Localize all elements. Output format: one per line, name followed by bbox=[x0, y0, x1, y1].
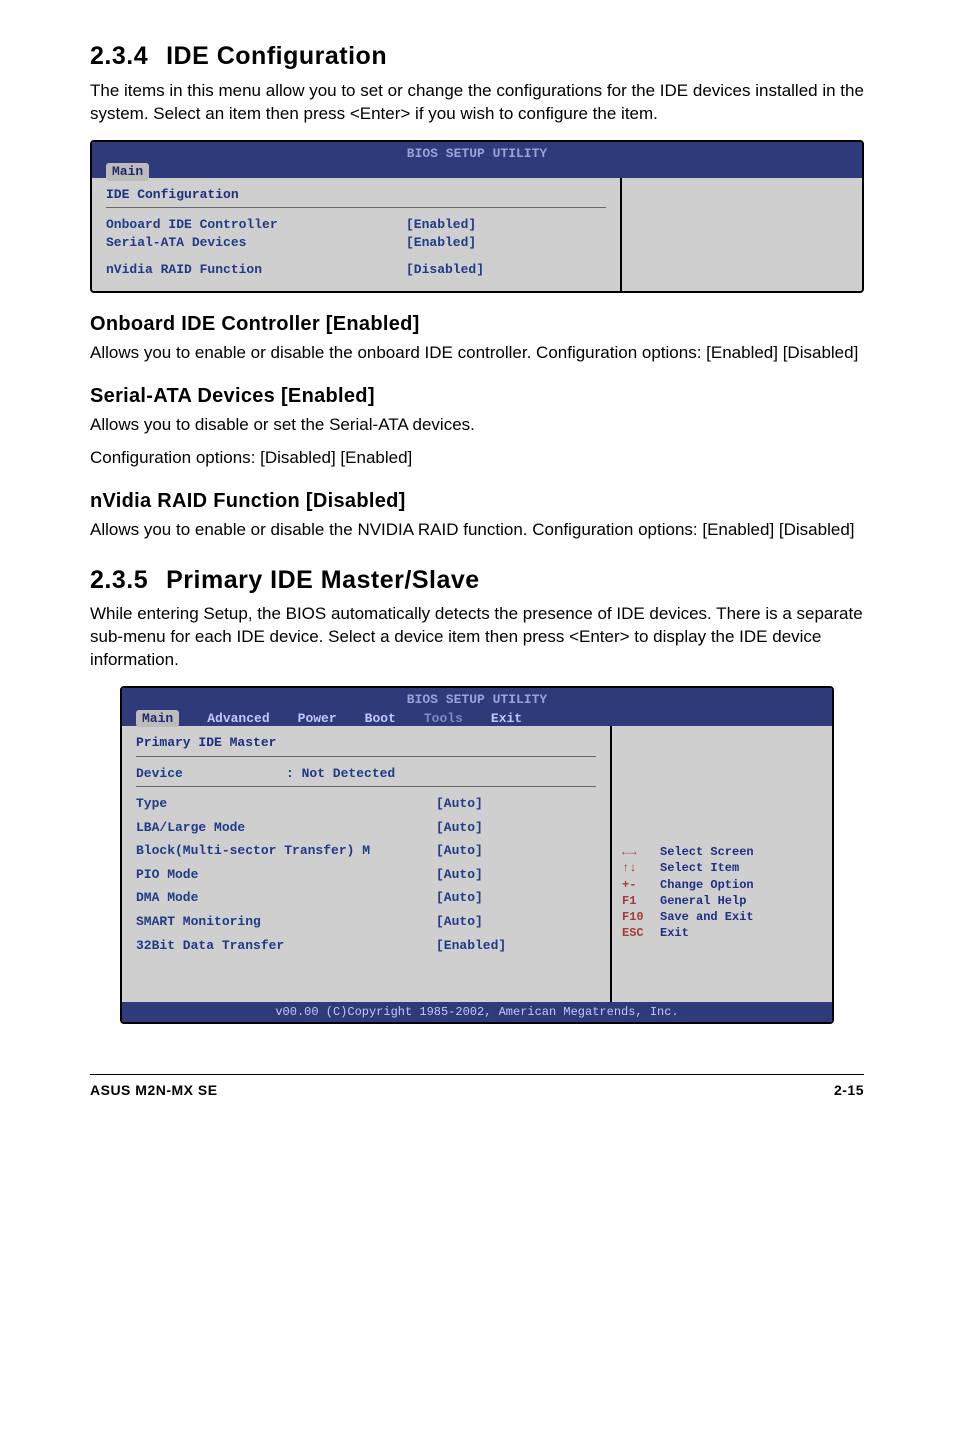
bios2-row-pio[interactable]: PIO Mode [Auto] bbox=[136, 866, 596, 884]
bios1-right-panel bbox=[622, 178, 862, 291]
legend-key-arrows-lr: ←→ bbox=[622, 844, 650, 860]
bios2-row-32bit-value: [Enabled] bbox=[436, 937, 506, 955]
opt-sata-heading: Serial-ATA Devices [Enabled] bbox=[90, 383, 864, 410]
legend-text-change-option: Change Option bbox=[660, 877, 754, 893]
bios1-row-sata-label: Serial-ATA Devices bbox=[106, 234, 406, 252]
bios2-row-block-value: [Auto] bbox=[436, 842, 483, 860]
section-234-number: 2.3.4 bbox=[90, 40, 148, 74]
opt-raid-desc: Allows you to enable or disable the NVID… bbox=[90, 519, 864, 542]
legend-key-esc: ESC bbox=[622, 925, 650, 941]
opt-onboard-heading: Onboard IDE Controller [Enabled] bbox=[90, 311, 864, 338]
legend-text-select-screen: Select Screen bbox=[660, 844, 754, 860]
bios2-row-lba-label: LBA/Large Mode bbox=[136, 819, 436, 837]
bios2-row-pio-label: PIO Mode bbox=[136, 866, 436, 884]
bios2-footer: v00.00 (C)Copyright 1985-2002, American … bbox=[122, 1002, 832, 1022]
bios1-row-onboard-label: Onboard IDE Controller bbox=[106, 216, 406, 234]
bios2-device-value: : Not Detected bbox=[286, 765, 395, 783]
bios1-tabs: Main bbox=[98, 163, 856, 181]
legend-exit: ESC Exit bbox=[622, 925, 822, 941]
bios2-header: BIOS SETUP UTILITY Main Advanced Power B… bbox=[122, 688, 832, 726]
bios1-row-onboard-value: [Enabled] bbox=[406, 216, 476, 234]
bios2-row-pio-value: [Auto] bbox=[436, 866, 483, 884]
section-235-title: Primary IDE Master/Slave bbox=[166, 566, 480, 594]
legend-general-help: F1 General Help bbox=[622, 893, 822, 909]
bios1-row-sata[interactable]: Serial-ATA Devices [Enabled] bbox=[106, 234, 606, 252]
page-footer: ASUS M2N-MX SE 2-15 bbox=[90, 1074, 864, 1100]
bios2-row-smart-value: [Auto] bbox=[436, 913, 483, 931]
legend-select-item: ↑↓ Select Item bbox=[622, 860, 822, 876]
page-footer-left: ASUS M2N-MX SE bbox=[90, 1081, 218, 1100]
bios-box-primary-ide: BIOS SETUP UTILITY Main Advanced Power B… bbox=[120, 686, 834, 1024]
bios1-divider bbox=[106, 207, 606, 208]
bios2-row-dma[interactable]: DMA Mode [Auto] bbox=[136, 889, 596, 907]
bios2-row-type-value: [Auto] bbox=[436, 795, 483, 813]
opt-onboard-desc: Allows you to enable or disable the onbo… bbox=[90, 342, 864, 365]
bios2-row-dma-label: DMA Mode bbox=[136, 889, 436, 907]
bios2-row-type[interactable]: Type [Auto] bbox=[136, 795, 596, 813]
legend-text-general-help: General Help bbox=[660, 893, 746, 909]
legend-text-exit: Exit bbox=[660, 925, 689, 941]
bios1-row-sata-value: [Enabled] bbox=[406, 234, 476, 252]
bios2-row-block[interactable]: Block(Multi-sector Transfer) M [Auto] bbox=[136, 842, 596, 860]
legend-select-screen: ←→ Select Screen bbox=[622, 844, 822, 860]
section-234-intro: The items in this menu allow you to set … bbox=[90, 80, 864, 126]
bios2-row-block-label: Block(Multi-sector Transfer) M bbox=[136, 842, 436, 860]
bios2-row-32bit[interactable]: 32Bit Data Transfer [Enabled] bbox=[136, 937, 596, 955]
bios1-left-panel: IDE Configuration Onboard IDE Controller… bbox=[92, 178, 622, 291]
legend-key-f1: F1 bbox=[622, 893, 650, 909]
section-235-intro: While entering Setup, the BIOS automatic… bbox=[90, 603, 864, 672]
legend-text-select-item: Select Item bbox=[660, 860, 739, 876]
bios2-row-dma-value: [Auto] bbox=[436, 889, 483, 907]
bios2-row-lba[interactable]: LBA/Large Mode [Auto] bbox=[136, 819, 596, 837]
bios-box-ide-config: BIOS SETUP UTILITY Main IDE Configuratio… bbox=[90, 140, 864, 293]
page-footer-right: 2-15 bbox=[834, 1081, 864, 1100]
bios2-section-title: Primary IDE Master bbox=[136, 734, 596, 752]
bios1-header: BIOS SETUP UTILITY Main bbox=[92, 142, 862, 178]
bios1-row-onboard[interactable]: Onboard IDE Controller [Enabled] bbox=[106, 216, 606, 234]
bios2-tab-advanced[interactable]: Advanced bbox=[207, 710, 269, 728]
bios2-divider-1 bbox=[136, 756, 596, 757]
bios2-right-panel: ←→ Select Screen ↑↓ Select Item +- Chang… bbox=[612, 726, 832, 1002]
bios1-row-raid-label: nVidia RAID Function bbox=[106, 261, 406, 279]
section-234-title: IDE Configuration bbox=[166, 42, 387, 70]
opt-sata-desc1: Allows you to disable or set the Serial-… bbox=[90, 414, 864, 437]
bios2-title: BIOS SETUP UTILITY bbox=[128, 690, 826, 709]
bios1-title: BIOS SETUP UTILITY bbox=[98, 144, 856, 163]
bios2-row-lba-value: [Auto] bbox=[436, 819, 483, 837]
bios2-row-type-label: Type bbox=[136, 795, 436, 813]
legend-key-f10: F10 bbox=[622, 909, 650, 925]
bios1-row-raid-value: [Disabled] bbox=[406, 261, 484, 279]
spacer bbox=[622, 734, 822, 844]
section-235-number: 2.3.5 bbox=[90, 564, 148, 598]
bios2-tabs: Main Advanced Power Boot Tools Exit bbox=[128, 710, 826, 728]
legend-key-plusminus: +- bbox=[622, 877, 650, 893]
bios2-tab-tools[interactable]: Tools bbox=[424, 710, 463, 728]
bios2-row-32bit-label: 32Bit Data Transfer bbox=[136, 937, 436, 955]
bios2-tab-main[interactable]: Main bbox=[136, 710, 179, 728]
bios1-row-raid[interactable]: nVidia RAID Function [Disabled] bbox=[106, 261, 606, 279]
legend-save-exit: F10 Save and Exit bbox=[622, 909, 822, 925]
bios2-row-smart[interactable]: SMART Monitoring [Auto] bbox=[136, 913, 596, 931]
opt-sata-desc2: Configuration options: [Disabled] [Enabl… bbox=[90, 447, 864, 470]
bios1-tab-main[interactable]: Main bbox=[106, 163, 149, 181]
bios1-section-title: IDE Configuration bbox=[106, 186, 606, 204]
legend-text-save-exit: Save and Exit bbox=[660, 909, 754, 925]
bios2-device-row: Device : Not Detected bbox=[136, 765, 596, 783]
bios2-tab-exit[interactable]: Exit bbox=[491, 710, 522, 728]
legend-change-option: +- Change Option bbox=[622, 877, 822, 893]
bios1-body: IDE Configuration Onboard IDE Controller… bbox=[92, 178, 862, 291]
section-235-heading: 2.3.5 Primary IDE Master/Slave bbox=[90, 564, 864, 598]
bios2-row-smart-label: SMART Monitoring bbox=[136, 913, 436, 931]
bios2-left-panel: Primary IDE Master Device : Not Detected… bbox=[122, 726, 612, 1002]
bios2-body: Primary IDE Master Device : Not Detected… bbox=[122, 726, 832, 1002]
bios2-tab-power[interactable]: Power bbox=[298, 710, 337, 728]
spacer bbox=[106, 251, 606, 261]
bios2-divider-2 bbox=[136, 786, 596, 787]
section-234-heading: 2.3.4 IDE Configuration bbox=[90, 40, 864, 74]
bios2-tab-boot[interactable]: Boot bbox=[365, 710, 396, 728]
bios2-device-label: Device bbox=[136, 765, 286, 783]
legend-key-arrows-ud: ↑↓ bbox=[622, 860, 650, 876]
opt-raid-heading: nVidia RAID Function [Disabled] bbox=[90, 488, 864, 515]
